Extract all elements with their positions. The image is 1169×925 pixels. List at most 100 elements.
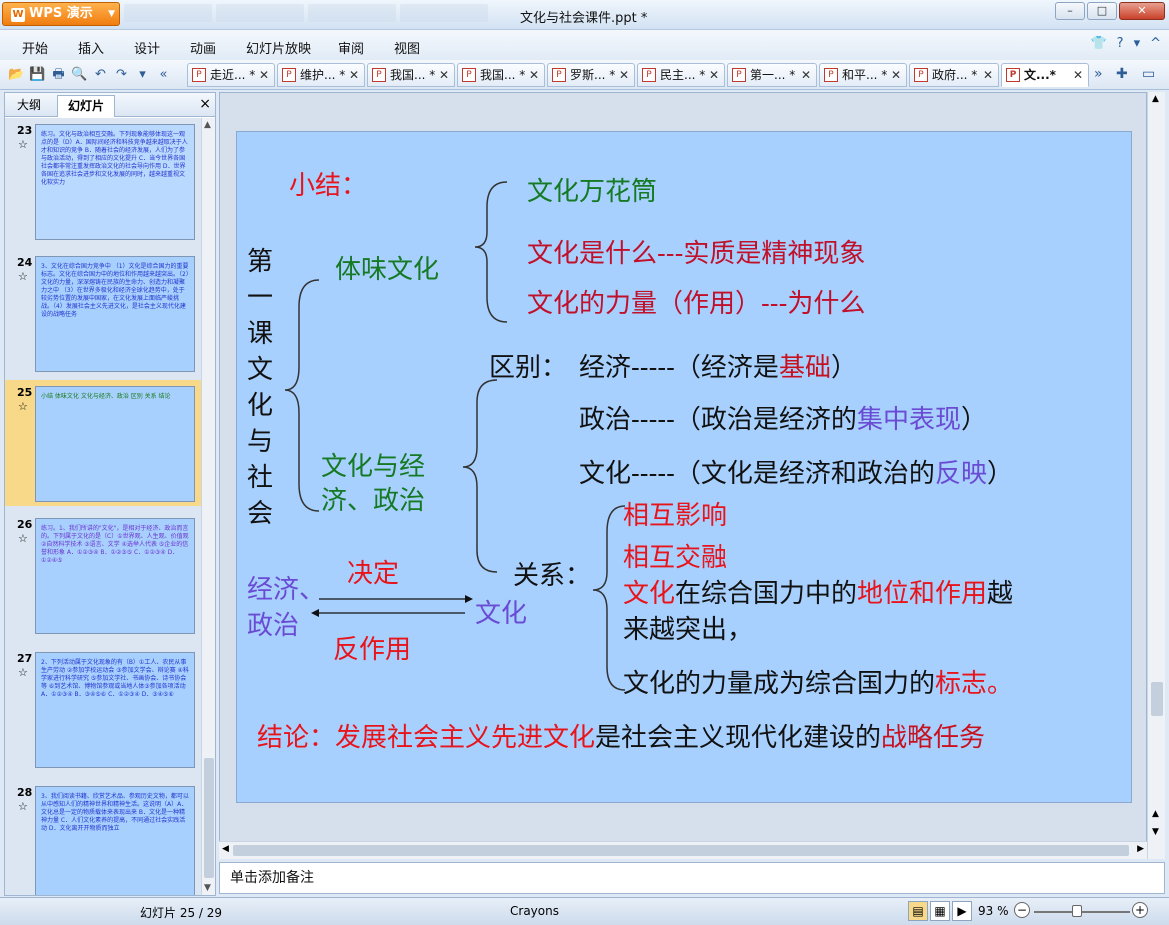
menu-view[interactable]: 视图 — [394, 38, 420, 57]
print-icon[interactable]: 🖶 — [50, 66, 67, 83]
menu-insert[interactable]: 插入 — [78, 38, 104, 57]
slide-thumbnail-23[interactable]: 23 ☆ 练习。文化与政治相互交融。下列现象能够体现这一观点的是（D）A．国际间… — [5, 118, 201, 244]
tab-slides[interactable]: 幻灯片 — [57, 95, 116, 117]
tab-list-icon[interactable]: ▭ — [1142, 66, 1155, 82]
doc-tab-9[interactable]: P 政府... * ✕ — [909, 63, 999, 87]
customize-toolbar-icon[interactable]: ▾ — [134, 66, 151, 83]
menu-animation[interactable]: 动画 — [190, 38, 216, 57]
doc-tab-modified: * — [971, 68, 978, 82]
open-folder-icon[interactable]: 📂 — [8, 66, 25, 83]
doc-tab-8[interactable]: P 和平... * ✕ — [819, 63, 907, 87]
ppt-file-icon: P — [282, 68, 296, 82]
print-preview-icon[interactable]: 🔍 — [71, 66, 88, 83]
shirt-icon[interactable]: 👕 — [1090, 36, 1106, 51]
slide-thumbnail-25[interactable]: 25 ☆ 小结 体味文化 文化与经济、政治 区别 关系 结论 — [5, 380, 201, 506]
tab-outline[interactable]: 大纲 — [7, 95, 51, 117]
help-icon[interactable]: ? — [1117, 36, 1124, 51]
ppt-file-icon: P — [642, 68, 656, 82]
conclusion-c: 战略任务 — [881, 723, 986, 753]
relation-symbol-line: 文化的力量成为综合国力的标志。 — [623, 668, 1013, 700]
vertical-scrollbar[interactable]: ▲ ▲ ▼ — [1147, 92, 1165, 859]
doc-tab-2[interactable]: P 维护... * ✕ — [277, 63, 365, 87]
close-pane-icon[interactable]: × — [199, 96, 211, 112]
scroll-up-icon[interactable]: ▲ — [204, 120, 211, 130]
doc-tab-3[interactable]: P 我国... * ✕ — [367, 63, 455, 87]
slide-25[interactable]: 小结： 第一课 文化与社会 体味文化 文化万花筒 文化是什么---实质是精神现象… — [236, 131, 1132, 803]
close-tab-icon[interactable]: ✕ — [1073, 64, 1083, 86]
zoom-slider-thumb[interactable] — [1072, 905, 1082, 917]
scrollbar-thumb[interactable] — [204, 758, 214, 878]
wps-app-menu-button[interactable]: W WPS 演示 ▼ — [2, 2, 120, 26]
close-tab-icon[interactable]: ✕ — [349, 64, 359, 86]
menu-design[interactable]: 设计 — [134, 38, 160, 57]
difference-label: 区别： — [489, 353, 568, 383]
item-what-is-culture: 文化是什么---实质是精神现象 — [527, 238, 865, 270]
conclusion-b: 是社会主义现代化建设的 — [595, 723, 882, 753]
rel-line3-b: 在综合国力中的 — [675, 579, 858, 609]
slide-thumbnail-24[interactable]: 24 ☆ 3、文化在综合国力竞争中 （1）文化是综合国力的重要标志。文化在综合国… — [5, 250, 201, 376]
chevron-down-icon[interactable]: ▾ — [1134, 36, 1141, 51]
tabs-left-icon[interactable]: « — [155, 66, 172, 83]
close-tab-icon[interactable]: ✕ — [891, 64, 901, 86]
what-is-answer: 实质是精神现象 — [683, 239, 866, 269]
menu-review[interactable]: 审阅 — [338, 38, 364, 57]
econ-pol-2: 政治 — [247, 611, 300, 641]
menu-slideshow[interactable]: 幻灯片放映 — [246, 38, 311, 57]
slide-thumbnail-27[interactable]: 27 ☆ 2、下列活动属于文化现象的有（B）①工人、农民从事生产劳动 ②参加学校… — [5, 646, 201, 772]
ppt-file-icon: P — [1006, 68, 1020, 82]
minimize-button[interactable]: – — [1055, 2, 1085, 20]
doc-tab-label: 和平... — [842, 68, 878, 82]
tabs-right-icon[interactable]: » — [1094, 66, 1103, 82]
branch2-line2: 济、政治 — [321, 486, 426, 516]
scroll-up-icon[interactable]: ▲ — [1152, 94, 1159, 104]
doc-tab-label: 第一... — [750, 68, 786, 82]
relation-merge: 相互交融 — [623, 543, 728, 573]
undo-icon[interactable]: ↶ — [92, 66, 109, 83]
thumbnail-scrollbar[interactable]: ▲ ▼ — [201, 118, 215, 895]
close-tab-icon[interactable]: ✕ — [259, 64, 269, 86]
zoom-out-icon[interactable]: − — [1014, 902, 1030, 918]
previous-slide-icon[interactable]: ▲ — [1152, 809, 1159, 819]
slide-sorter-icon[interactable]: ▦ — [930, 901, 950, 921]
close-tab-icon[interactable]: ✕ — [709, 64, 719, 86]
new-tab-icon[interactable]: ✚ — [1116, 66, 1128, 82]
normal-view-icon[interactable]: ▤ — [908, 901, 928, 921]
close-tab-icon[interactable]: ✕ — [619, 64, 629, 86]
close-button[interactable]: ✕ — [1119, 2, 1165, 20]
close-tab-icon[interactable]: ✕ — [439, 64, 449, 86]
doc-tab-6[interactable]: P 民主... * ✕ — [637, 63, 725, 87]
slide-number: 24 — [17, 256, 33, 269]
close-tab-icon[interactable]: ✕ — [801, 64, 811, 86]
zoom-slider[interactable] — [1034, 911, 1130, 913]
zoom-in-icon[interactable]: + — [1132, 902, 1148, 918]
econ-pol-1: 经济、 — [247, 575, 326, 605]
maximize-button[interactable]: □ — [1087, 2, 1117, 20]
save-icon[interactable]: 💾 — [29, 66, 46, 83]
doc-tab-7[interactable]: P 第一... * ✕ — [727, 63, 817, 87]
horizontal-scrollbar[interactable]: ◀ ▶ — [219, 841, 1147, 859]
diff-econ-pre: 经济-----（经济是 — [579, 353, 779, 383]
scroll-down-icon[interactable]: ▼ — [204, 883, 211, 893]
next-slide-icon[interactable]: ▼ — [1152, 827, 1159, 837]
slide-number: 25 — [17, 386, 33, 399]
scroll-left-icon[interactable]: ◀ — [222, 844, 229, 854]
doc-tab-active[interactable]: P 文...* ✕ — [1001, 63, 1089, 87]
culture-label: 文化 — [475, 599, 528, 629]
doc-tab-4[interactable]: P 我国... * ✕ — [457, 63, 545, 87]
expand-icon[interactable]: ^ — [1150, 36, 1161, 51]
doc-tab-1[interactable]: P 走近... * ✕ — [187, 63, 275, 87]
redo-icon[interactable]: ↷ — [113, 66, 130, 83]
close-tab-icon[interactable]: ✕ — [983, 64, 993, 86]
relation-influence: 相互影响 — [623, 501, 728, 531]
close-tab-icon[interactable]: ✕ — [529, 64, 539, 86]
scrollbar-thumb[interactable] — [1151, 682, 1163, 716]
slide-thumbnail-28[interactable]: 28 ☆ 3、我们阅读书籍、欣赏艺术品、参观历史文物，都可以从中感知人们的精神世… — [5, 780, 201, 895]
notes-pane[interactable]: 单击添加备注 — [219, 862, 1165, 894]
scroll-right-icon[interactable]: ▶ — [1137, 844, 1144, 854]
doc-tab-5[interactable]: P 罗斯... * ✕ — [547, 63, 635, 87]
scrollbar-thumb[interactable] — [233, 845, 1129, 856]
slideshow-icon[interactable]: ▶ — [952, 901, 972, 921]
doc-tab-label: 走近... — [210, 68, 246, 82]
menu-home[interactable]: 开始 — [22, 38, 48, 57]
slide-thumbnail-26[interactable]: 26 ☆ 练习。1、我们所讲的"文化"，是相对于经济、政治而言的。下列属于文化的… — [5, 512, 201, 638]
